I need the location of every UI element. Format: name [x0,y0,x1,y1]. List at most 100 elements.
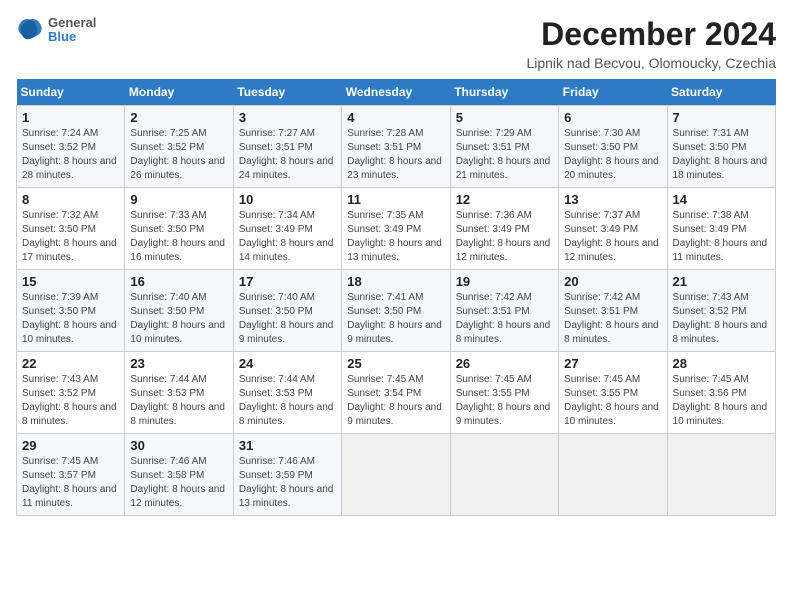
logo-icon [16,16,44,44]
calendar-day-cell: 30 Sunrise: 7:46 AMSunset: 3:58 PMDaylig… [125,434,233,516]
day-info: Sunrise: 7:32 AMSunset: 3:50 PMDaylight:… [22,209,119,265]
day-info: Sunrise: 7:36 AMSunset: 3:49 PMDaylight:… [456,209,553,265]
day-info: Sunrise: 7:39 AMSunset: 3:50 PMDaylight:… [22,291,119,347]
month-title: December 2024 [526,16,776,53]
calendar-day-cell: 19 Sunrise: 7:42 AMSunset: 3:51 PMDaylig… [450,270,558,352]
day-info: Sunrise: 7:27 AMSunset: 3:51 PMDaylight:… [239,127,336,183]
calendar-day-cell: 2 Sunrise: 7:25 AMSunset: 3:52 PMDayligh… [125,106,233,188]
day-info: Sunrise: 7:45 AMSunset: 3:54 PMDaylight:… [347,373,444,429]
calendar-header-cell: Tuesday [233,79,341,106]
day-info: Sunrise: 7:31 AMSunset: 3:50 PMDaylight:… [673,127,770,183]
calendar-header-cell: Wednesday [342,79,450,106]
calendar-day-cell: 9 Sunrise: 7:33 AMSunset: 3:50 PMDayligh… [125,188,233,270]
day-number: 29 [22,438,119,453]
day-info: Sunrise: 7:45 AMSunset: 3:55 PMDaylight:… [456,373,553,429]
day-number: 3 [239,110,336,125]
day-number: 22 [22,356,119,371]
day-info: Sunrise: 7:44 AMSunset: 3:53 PMDaylight:… [130,373,227,429]
day-number: 9 [130,192,227,207]
calendar-day-cell: 8 Sunrise: 7:32 AMSunset: 3:50 PMDayligh… [17,188,125,270]
calendar-day-cell [342,434,450,516]
calendar-day-cell: 22 Sunrise: 7:43 AMSunset: 3:52 PMDaylig… [17,352,125,434]
logo-text: General Blue [48,16,96,45]
calendar-day-cell: 16 Sunrise: 7:40 AMSunset: 3:50 PMDaylig… [125,270,233,352]
day-number: 28 [673,356,770,371]
calendar-header-cell: Friday [559,79,667,106]
day-info: Sunrise: 7:33 AMSunset: 3:50 PMDaylight:… [130,209,227,265]
calendar-header: SundayMondayTuesdayWednesdayThursdayFrid… [17,79,776,106]
day-info: Sunrise: 7:30 AMSunset: 3:50 PMDaylight:… [564,127,661,183]
calendar-day-cell: 6 Sunrise: 7:30 AMSunset: 3:50 PMDayligh… [559,106,667,188]
calendar-day-cell: 7 Sunrise: 7:31 AMSunset: 3:50 PMDayligh… [667,106,775,188]
day-number: 21 [673,274,770,289]
day-number: 11 [347,192,444,207]
calendar-day-cell: 10 Sunrise: 7:34 AMSunset: 3:49 PMDaylig… [233,188,341,270]
calendar-day-cell [559,434,667,516]
day-number: 15 [22,274,119,289]
day-number: 27 [564,356,661,371]
calendar-day-cell: 27 Sunrise: 7:45 AMSunset: 3:55 PMDaylig… [559,352,667,434]
day-number: 16 [130,274,227,289]
day-number: 17 [239,274,336,289]
calendar-day-cell: 3 Sunrise: 7:27 AMSunset: 3:51 PMDayligh… [233,106,341,188]
calendar-week-row: 1 Sunrise: 7:24 AMSunset: 3:52 PMDayligh… [17,106,776,188]
day-info: Sunrise: 7:44 AMSunset: 3:53 PMDaylight:… [239,373,336,429]
day-info: Sunrise: 7:38 AMSunset: 3:49 PMDaylight:… [673,209,770,265]
day-number: 20 [564,274,661,289]
calendar-day-cell: 17 Sunrise: 7:40 AMSunset: 3:50 PMDaylig… [233,270,341,352]
day-number: 2 [130,110,227,125]
day-number: 4 [347,110,444,125]
calendar-day-cell: 12 Sunrise: 7:36 AMSunset: 3:49 PMDaylig… [450,188,558,270]
day-number: 10 [239,192,336,207]
day-number: 26 [456,356,553,371]
calendar-day-cell: 25 Sunrise: 7:45 AMSunset: 3:54 PMDaylig… [342,352,450,434]
calendar-day-cell: 4 Sunrise: 7:28 AMSunset: 3:51 PMDayligh… [342,106,450,188]
day-number: 6 [564,110,661,125]
calendar-body: 1 Sunrise: 7:24 AMSunset: 3:52 PMDayligh… [17,106,776,516]
calendar-day-cell: 31 Sunrise: 7:46 AMSunset: 3:59 PMDaylig… [233,434,341,516]
day-number: 13 [564,192,661,207]
calendar-day-cell: 23 Sunrise: 7:44 AMSunset: 3:53 PMDaylig… [125,352,233,434]
day-info: Sunrise: 7:40 AMSunset: 3:50 PMDaylight:… [239,291,336,347]
calendar-day-cell: 18 Sunrise: 7:41 AMSunset: 3:50 PMDaylig… [342,270,450,352]
day-info: Sunrise: 7:43 AMSunset: 3:52 PMDaylight:… [22,373,119,429]
calendar-week-row: 29 Sunrise: 7:45 AMSunset: 3:57 PMDaylig… [17,434,776,516]
day-number: 23 [130,356,227,371]
day-info: Sunrise: 7:46 AMSunset: 3:58 PMDaylight:… [130,455,227,511]
calendar-day-cell: 5 Sunrise: 7:29 AMSunset: 3:51 PMDayligh… [450,106,558,188]
calendar-day-cell: 29 Sunrise: 7:45 AMSunset: 3:57 PMDaylig… [17,434,125,516]
day-number: 5 [456,110,553,125]
calendar-header-cell: Sunday [17,79,125,106]
calendar-day-cell: 15 Sunrise: 7:39 AMSunset: 3:50 PMDaylig… [17,270,125,352]
calendar-day-cell: 20 Sunrise: 7:42 AMSunset: 3:51 PMDaylig… [559,270,667,352]
calendar-day-cell: 28 Sunrise: 7:45 AMSunset: 3:56 PMDaylig… [667,352,775,434]
day-info: Sunrise: 7:45 AMSunset: 3:56 PMDaylight:… [673,373,770,429]
day-info: Sunrise: 7:45 AMSunset: 3:55 PMDaylight:… [564,373,661,429]
day-info: Sunrise: 7:35 AMSunset: 3:49 PMDaylight:… [347,209,444,265]
day-number: 24 [239,356,336,371]
calendar-day-cell [667,434,775,516]
calendar-day-cell: 26 Sunrise: 7:45 AMSunset: 3:55 PMDaylig… [450,352,558,434]
logo: General Blue [16,16,96,45]
day-info: Sunrise: 7:42 AMSunset: 3:51 PMDaylight:… [564,291,661,347]
calendar-day-cell: 21 Sunrise: 7:43 AMSunset: 3:52 PMDaylig… [667,270,775,352]
title-area: December 2024 Lipnik nad Becvou, Olomouc… [526,16,776,71]
day-number: 30 [130,438,227,453]
day-info: Sunrise: 7:42 AMSunset: 3:51 PMDaylight:… [456,291,553,347]
day-number: 19 [456,274,553,289]
day-info: Sunrise: 7:28 AMSunset: 3:51 PMDaylight:… [347,127,444,183]
day-number: 31 [239,438,336,453]
calendar-day-cell: 11 Sunrise: 7:35 AMSunset: 3:49 PMDaylig… [342,188,450,270]
day-info: Sunrise: 7:46 AMSunset: 3:59 PMDaylight:… [239,455,336,511]
day-number: 1 [22,110,119,125]
calendar-table: SundayMondayTuesdayWednesdayThursdayFrid… [16,79,776,516]
calendar-day-cell [450,434,558,516]
day-number: 7 [673,110,770,125]
calendar-day-cell: 24 Sunrise: 7:44 AMSunset: 3:53 PMDaylig… [233,352,341,434]
calendar-header-cell: Saturday [667,79,775,106]
day-info: Sunrise: 7:45 AMSunset: 3:57 PMDaylight:… [22,455,119,511]
day-number: 8 [22,192,119,207]
day-number: 12 [456,192,553,207]
calendar-week-row: 15 Sunrise: 7:39 AMSunset: 3:50 PMDaylig… [17,270,776,352]
day-info: Sunrise: 7:29 AMSunset: 3:51 PMDaylight:… [456,127,553,183]
